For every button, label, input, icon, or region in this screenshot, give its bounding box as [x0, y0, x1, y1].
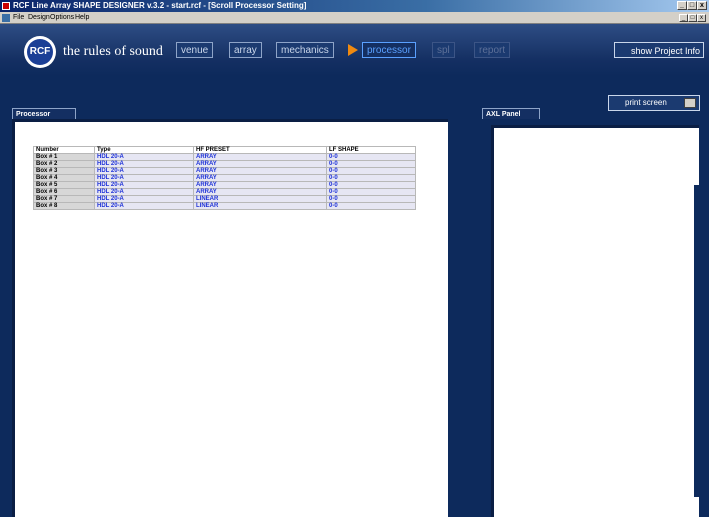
- cell-type[interactable]: HDL 20-A: [94, 153, 194, 161]
- cell-type[interactable]: HDL 20-A: [94, 181, 194, 189]
- menu-file[interactable]: File: [13, 12, 24, 24]
- cell-type[interactable]: HDL 20-A: [94, 160, 194, 168]
- column-header-number: Number: [33, 146, 95, 154]
- table-row[interactable]: Box # 3 HDL 20-A ARRAY 0-0: [33, 167, 416, 175]
- tab-array[interactable]: array: [229, 42, 262, 58]
- cell-lf-shape[interactable]: 0-0: [326, 160, 416, 168]
- cell-number: Box # 7: [33, 195, 95, 203]
- cell-lf-shape[interactable]: 0-0: [326, 167, 416, 175]
- menu-help[interactable]: Help: [75, 12, 89, 24]
- printer-icon: [684, 98, 696, 108]
- active-tab-arrow-icon: [348, 44, 358, 56]
- processor-table: Number Type HF PRESET LF SHAPE Box # 1 H…: [33, 146, 416, 210]
- cell-number: Box # 5: [33, 181, 95, 189]
- axl-panel-tab[interactable]: AXL Panel: [482, 108, 540, 119]
- table-row[interactable]: Box # 4 HDL 20-A ARRAY 0-0: [33, 174, 416, 182]
- cell-number: Box # 2: [33, 160, 95, 168]
- cell-number: Box # 4: [33, 174, 95, 182]
- cell-hf-preset[interactable]: ARRAY: [193, 160, 327, 168]
- cell-hf-preset[interactable]: ARRAY: [193, 174, 327, 182]
- menu-design[interactable]: Design: [28, 12, 50, 24]
- print-screen-label: print screen: [625, 98, 667, 107]
- axl-panel: [491, 125, 699, 517]
- cell-hf-preset[interactable]: LINEAR: [193, 202, 327, 210]
- cell-hf-preset[interactable]: ARRAY: [193, 167, 327, 175]
- window-titlebar: RCF Line Array SHAPE DESIGNER v.3.2 - st…: [0, 0, 709, 12]
- table-row[interactable]: Box # 2 HDL 20-A ARRAY 0-0: [33, 160, 416, 168]
- cell-type[interactable]: HDL 20-A: [94, 202, 194, 210]
- cell-number: Box # 8: [33, 202, 95, 210]
- cell-number: Box # 6: [33, 188, 95, 196]
- menu-bar: File Design Options Help _ □ x: [0, 12, 709, 24]
- cell-type[interactable]: HDL 20-A: [94, 167, 194, 175]
- cell-hf-preset[interactable]: ARRAY: [193, 188, 327, 196]
- maximize-button[interactable]: □: [687, 1, 697, 10]
- cell-lf-shape[interactable]: 0-0: [326, 202, 416, 210]
- tab-venue[interactable]: venue: [176, 42, 214, 58]
- table-row[interactable]: Box # 1 HDL 20-A ARRAY 0-0: [33, 153, 416, 161]
- tab-processor[interactable]: processor: [362, 42, 416, 58]
- cell-lf-shape[interactable]: 0-0: [326, 174, 416, 182]
- column-header-lf-shape: LF SHAPE: [326, 146, 416, 154]
- table-row[interactable]: Box # 6 HDL 20-A ARRAY 0-0: [33, 188, 416, 196]
- mdi-close-button[interactable]: x: [697, 14, 706, 22]
- mdi-minimize-button[interactable]: _: [679, 14, 688, 22]
- brand-tagline: the rules of sound: [63, 44, 163, 59]
- app-icon[interactable]: [2, 2, 10, 10]
- rcf-logo-text: RCF: [27, 39, 53, 65]
- window-title: RCF Line Array SHAPE DESIGNER v.3.2 - st…: [13, 1, 307, 10]
- cell-type[interactable]: HDL 20-A: [94, 188, 194, 196]
- cell-lf-shape[interactable]: 0-0: [326, 195, 416, 203]
- cell-type[interactable]: HDL 20-A: [94, 174, 194, 182]
- table-row[interactable]: Box # 5 HDL 20-A ARRAY 0-0: [33, 181, 416, 189]
- tab-spl[interactable]: spl: [432, 42, 455, 58]
- mdi-restore-button[interactable]: □: [688, 14, 697, 22]
- column-header-hf-preset: HF PRESET: [193, 146, 327, 154]
- cell-lf-shape[interactable]: 0-0: [326, 153, 416, 161]
- minimize-button[interactable]: _: [677, 1, 687, 10]
- cell-hf-preset[interactable]: ARRAY: [193, 153, 327, 161]
- print-screen-button[interactable]: print screen: [608, 95, 700, 111]
- show-project-info-button[interactable]: show Project Info: [614, 42, 704, 58]
- cell-number: Box # 3: [33, 167, 95, 175]
- cell-hf-preset[interactable]: ARRAY: [193, 181, 327, 189]
- close-button[interactable]: x: [697, 1, 707, 10]
- tab-mechanics[interactable]: mechanics: [276, 42, 334, 58]
- table-header-row: Number Type HF PRESET LF SHAPE: [33, 146, 416, 154]
- cell-type[interactable]: HDL 20-A: [94, 195, 194, 203]
- axl-panel-scrollbar[interactable]: [694, 185, 699, 497]
- table-row[interactable]: Box # 7 HDL 20-A LINEAR 0-0: [33, 195, 416, 203]
- processor-panel-tab[interactable]: Processor: [12, 108, 76, 119]
- cell-number: Box # 1: [33, 153, 95, 161]
- table-row[interactable]: Box # 8 HDL 20-A LINEAR 0-0: [33, 202, 416, 210]
- cell-hf-preset[interactable]: LINEAR: [193, 195, 327, 203]
- column-header-type: Type: [94, 146, 194, 154]
- cell-lf-shape[interactable]: 0-0: [326, 188, 416, 196]
- cell-lf-shape[interactable]: 0-0: [326, 181, 416, 189]
- document-icon[interactable]: [2, 14, 10, 22]
- menu-options[interactable]: Options: [50, 12, 74, 24]
- tab-report[interactable]: report: [474, 42, 511, 58]
